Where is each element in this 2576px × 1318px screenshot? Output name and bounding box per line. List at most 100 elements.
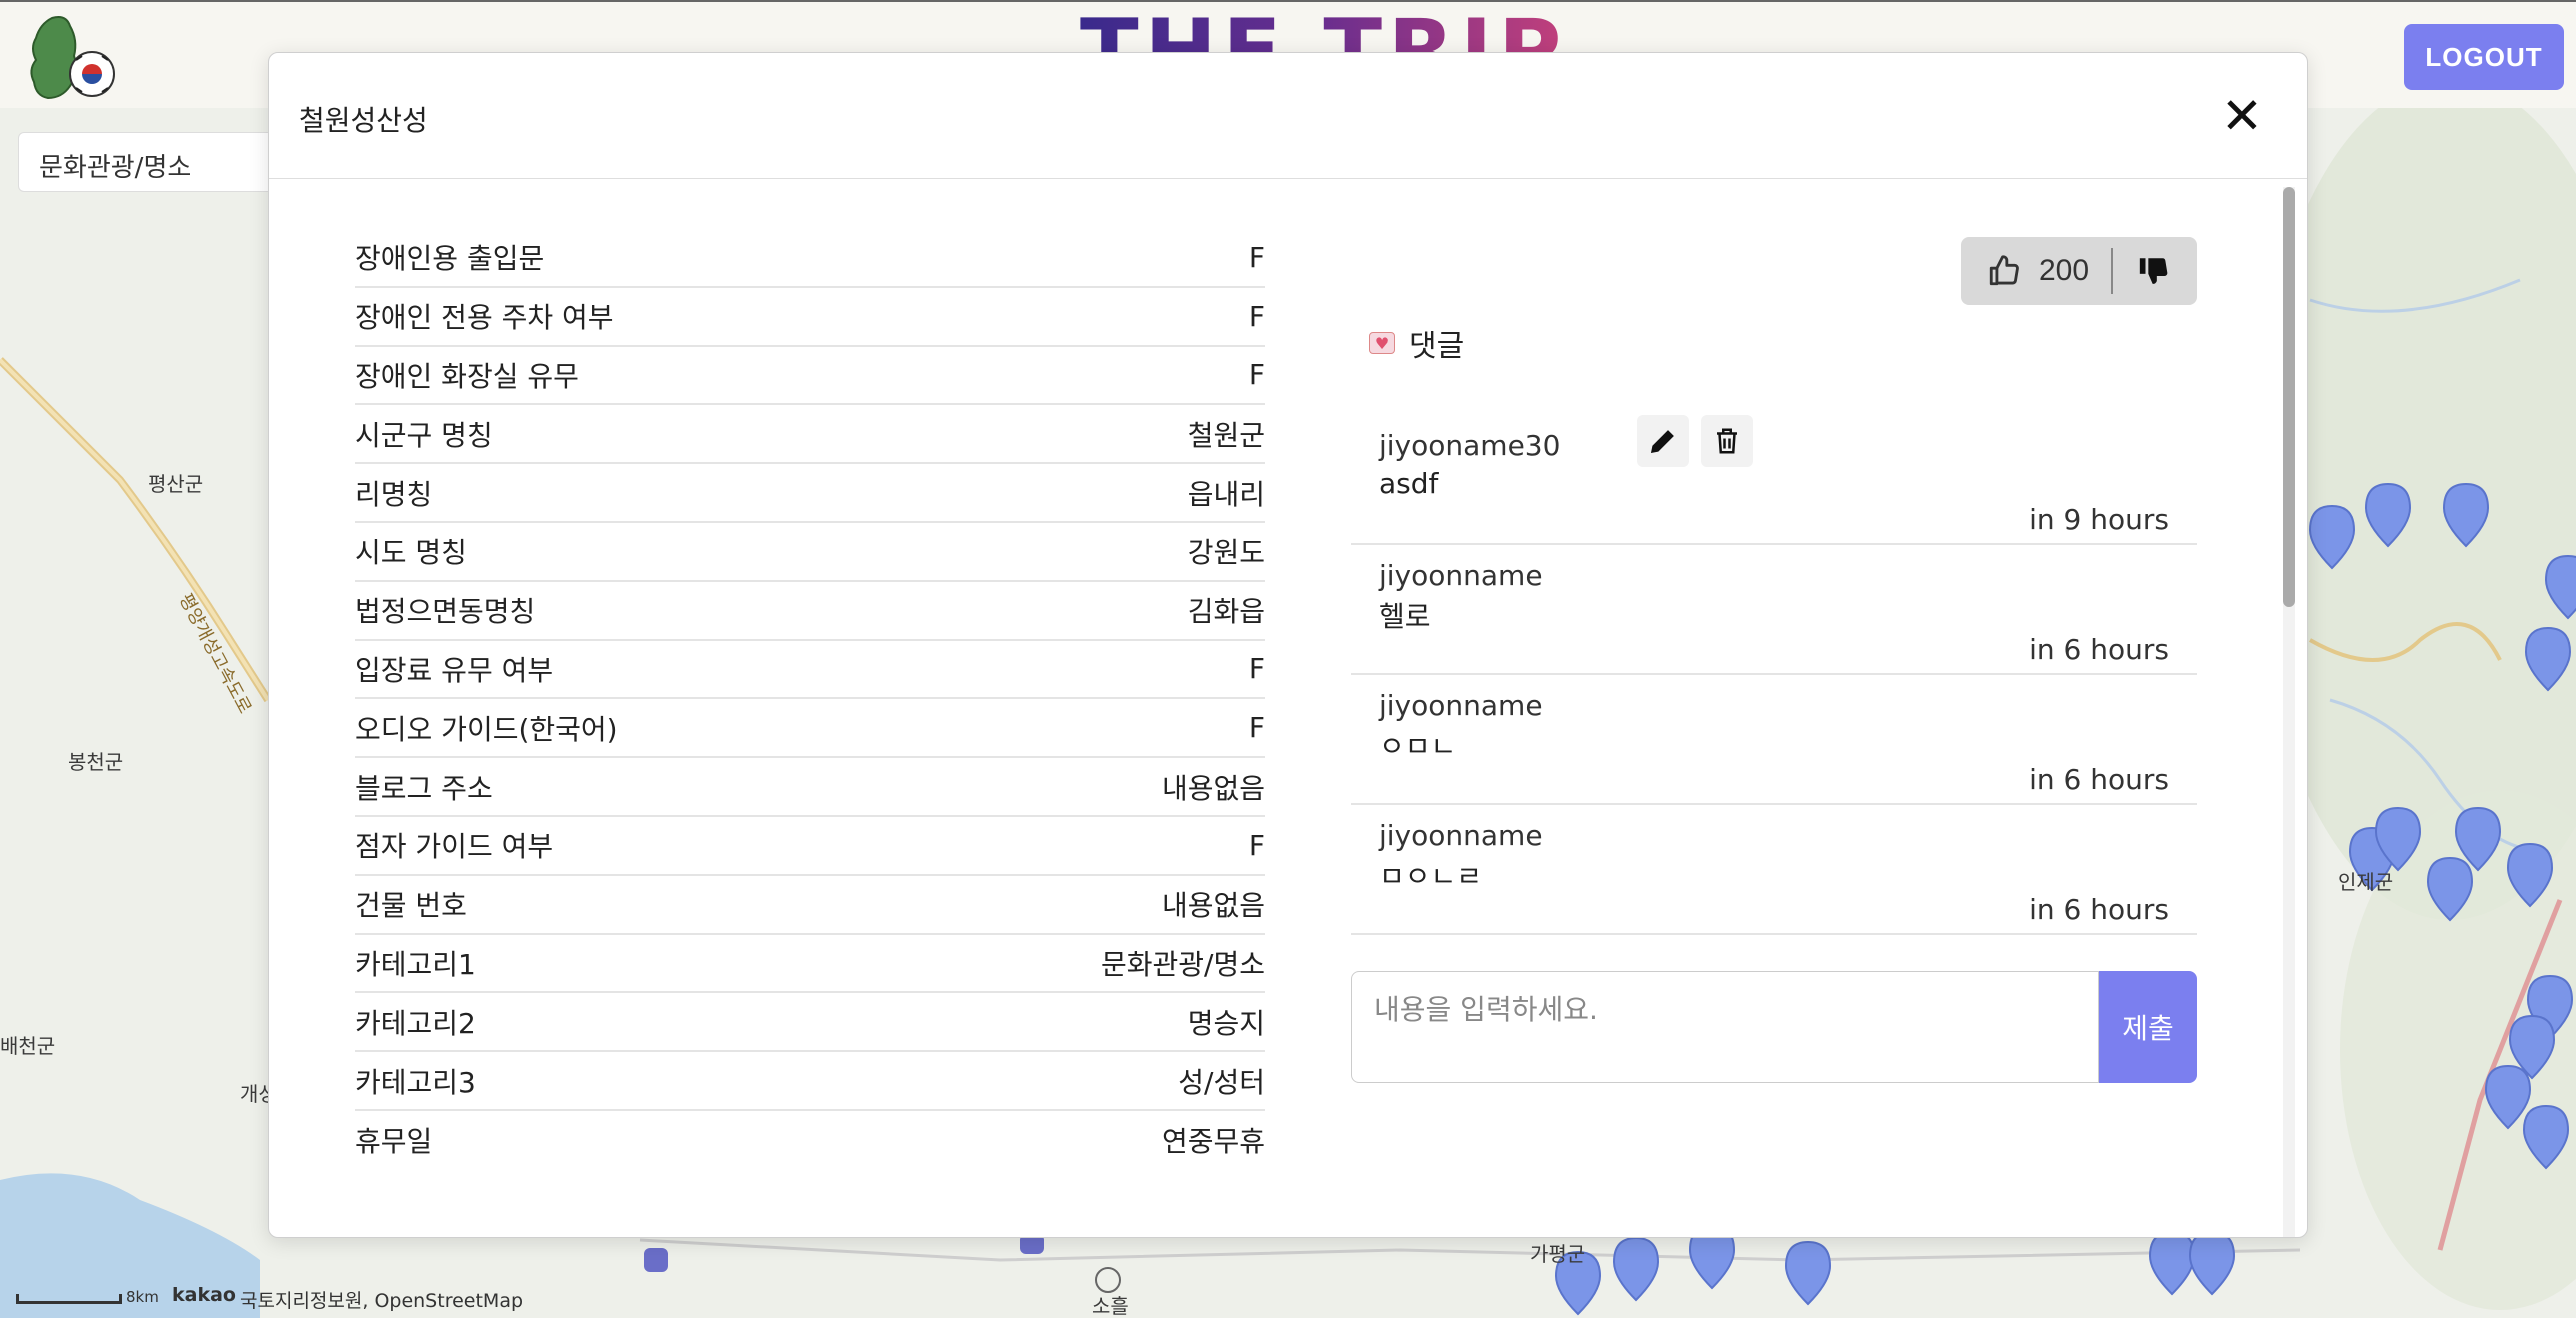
info-value: 읍내리 xyxy=(1187,477,1265,511)
like-button[interactable]: 200 xyxy=(1961,237,2111,305)
comment-list: jiyooname30 asdf in 9 hours jiyoonname 헬… xyxy=(1351,415,2197,935)
map-attribution: 8km kakao 국토지리정보원, OpenStreetMap xyxy=(0,1284,560,1314)
comment-body: asdf xyxy=(1379,467,1439,500)
delete-comment-button[interactable] xyxy=(1701,415,1753,467)
modal-header: 철원성산성 ✕ xyxy=(269,53,2307,179)
comment-time: in 9 hours xyxy=(2029,503,2169,536)
info-row: 카테고리2 명승지 xyxy=(355,993,1265,1053)
info-key: 건물 번호 xyxy=(355,889,467,923)
modal-scrollbar[interactable] xyxy=(2283,187,2295,1237)
info-value: 내용없음 xyxy=(1161,771,1265,805)
kakao-logo: kakao xyxy=(172,1284,236,1306)
map-label-pyeongsan: 평산군 xyxy=(148,472,204,496)
comment-author: jiyoonname xyxy=(1379,819,1543,852)
map-scale-label: 8km xyxy=(126,1288,159,1306)
info-value: F xyxy=(1248,240,1265,274)
map-label-soheul: 소흘 xyxy=(1092,1294,1129,1318)
close-button[interactable]: ✕ xyxy=(2213,87,2271,145)
info-key: 카테고리3 xyxy=(355,1065,476,1099)
edit-comment-button[interactable] xyxy=(1637,415,1689,467)
comment-author: jiyooname30 xyxy=(1379,429,1561,462)
comments-heading-label: 댓글 xyxy=(1409,329,1465,364)
info-row: 휴무일 연중무휴 xyxy=(355,1111,1265,1170)
info-row: 오디오 가이드(한국어) F xyxy=(355,699,1265,759)
submit-comment-button[interactable]: 제출 xyxy=(2099,971,2197,1083)
heart-icon: ♥ xyxy=(1369,332,1395,354)
logout-button[interactable]: LOGOUT xyxy=(2404,24,2564,90)
info-key: 법정으면동명칭 xyxy=(355,595,536,629)
info-key: 블로그 주소 xyxy=(355,771,493,805)
comment-author: jiyoonname xyxy=(1379,689,1543,722)
info-key: 장애인 화장실 유무 xyxy=(355,359,579,393)
comment-actions xyxy=(1637,415,1765,467)
like-count: 200 xyxy=(2039,254,2090,287)
info-key: 오디오 가이드(한국어) xyxy=(355,712,618,746)
place-detail-modal: 철원성산성 ✕ 장애인용 출입문 F 장애인 전용 주차 여부 F 장애인 화장실 … xyxy=(268,52,2308,1238)
map-credit: 국토지리정보원, OpenStreetMap xyxy=(240,1290,524,1312)
info-row: 건물 번호 내용없음 xyxy=(355,876,1265,935)
comment-time: in 6 hours xyxy=(2029,633,2169,666)
map-scale-bar xyxy=(16,1294,122,1304)
info-row: 블로그 주소 내용없음 xyxy=(355,758,1265,817)
comment-body: ㅇㅁㄴ xyxy=(1379,730,1457,763)
info-row: 점자 가이드 여부 F xyxy=(355,817,1265,876)
info-value: 강원도 xyxy=(1187,536,1265,570)
modal-scroll-thumb[interactable] xyxy=(2283,187,2295,607)
dislike-button[interactable] xyxy=(2113,237,2195,305)
info-key: 입장료 유무 여부 xyxy=(355,653,554,687)
thumbs-up-icon xyxy=(1989,255,2019,286)
trash-icon xyxy=(1717,428,1737,454)
map-label-inje: 인제군 xyxy=(2338,870,2394,894)
info-key: 카테고리1 xyxy=(355,947,476,981)
info-key: 카테고리2 xyxy=(355,1006,476,1040)
info-key: 장애인 전용 주차 여부 xyxy=(355,301,614,335)
info-row: 카테고리3 성/성터 xyxy=(355,1052,1265,1111)
info-value: 연중무휴 xyxy=(1161,1125,1265,1159)
info-row: 장애인 전용 주차 여부 F xyxy=(355,288,1265,347)
info-value: 명승지 xyxy=(1187,1006,1265,1040)
pencil-icon xyxy=(1650,430,1674,454)
info-key: 리명칭 xyxy=(355,477,433,511)
comment-time: in 6 hours xyxy=(2029,763,2169,796)
info-row: 장애인용 출입문 F xyxy=(355,229,1265,288)
info-value: F xyxy=(1248,299,1265,333)
info-key: 시도 명칭 xyxy=(355,536,467,570)
info-key: 점자 가이드 여부 xyxy=(355,830,554,864)
info-key: 시군구 명칭 xyxy=(355,418,493,452)
info-value: 철원군 xyxy=(1187,418,1265,452)
modal-title: 철원성산성 xyxy=(299,104,428,137)
info-value: 내용없음 xyxy=(1161,889,1265,923)
info-value: F xyxy=(1248,358,1265,392)
info-value: F xyxy=(1248,711,1265,745)
map-label-baecheon: 배천군 xyxy=(0,1034,56,1058)
comment-input[interactable] xyxy=(1351,971,2099,1083)
comment-body: ㅁㅇㄴㄹ xyxy=(1379,860,1483,893)
info-value: F xyxy=(1248,828,1265,862)
info-value: 문화관광/명소 xyxy=(1101,947,1265,981)
info-row: 장애인 화장실 유무 F xyxy=(355,347,1265,406)
comment-time: in 6 hours xyxy=(2029,893,2169,926)
info-row: 시군구 명칭 철원군 xyxy=(355,405,1265,465)
info-row: 카테고리1 문화관광/명소 xyxy=(355,935,1265,994)
comment-body: 헬로 xyxy=(1379,600,1431,633)
comment-item: jiyoonname 헬로 in 6 hours xyxy=(1351,545,2197,675)
info-key: 장애인용 출입문 xyxy=(355,242,545,276)
map-label-bongcheon: 봉천군 xyxy=(68,750,124,774)
info-row: 법정으면동명칭 김화읍 xyxy=(355,582,1265,641)
info-table: 장애인용 출입문 F 장애인 전용 주차 여부 F 장애인 화장실 유무 F 시군구 … xyxy=(355,229,1265,1170)
info-row: 입장료 유무 여부 F xyxy=(355,641,1265,700)
info-row: 시도 명칭 강원도 xyxy=(355,523,1265,582)
info-key: 휴무일 xyxy=(355,1125,433,1159)
thumbs-down-icon xyxy=(2139,258,2168,284)
comment-item: jiyooname30 asdf in 9 hours xyxy=(1351,415,2197,545)
info-value: F xyxy=(1248,652,1265,686)
comment-item: jiyoonname ㅁㅇㄴㄹ in 6 hours xyxy=(1351,805,2197,935)
vote-group: 200 xyxy=(1961,237,2197,305)
korea-map-logo-icon[interactable] xyxy=(22,12,122,104)
comment-item: jiyoonname ㅇㅁㄴ in 6 hours xyxy=(1351,675,2197,805)
comment-author: jiyoonname xyxy=(1379,559,1543,592)
info-value: 성/성터 xyxy=(1178,1065,1265,1099)
map-label-gapyeong: 가평군 xyxy=(1530,1242,1586,1266)
info-value: 김화읍 xyxy=(1187,595,1265,629)
info-row: 리명칭 읍내리 xyxy=(355,464,1265,523)
